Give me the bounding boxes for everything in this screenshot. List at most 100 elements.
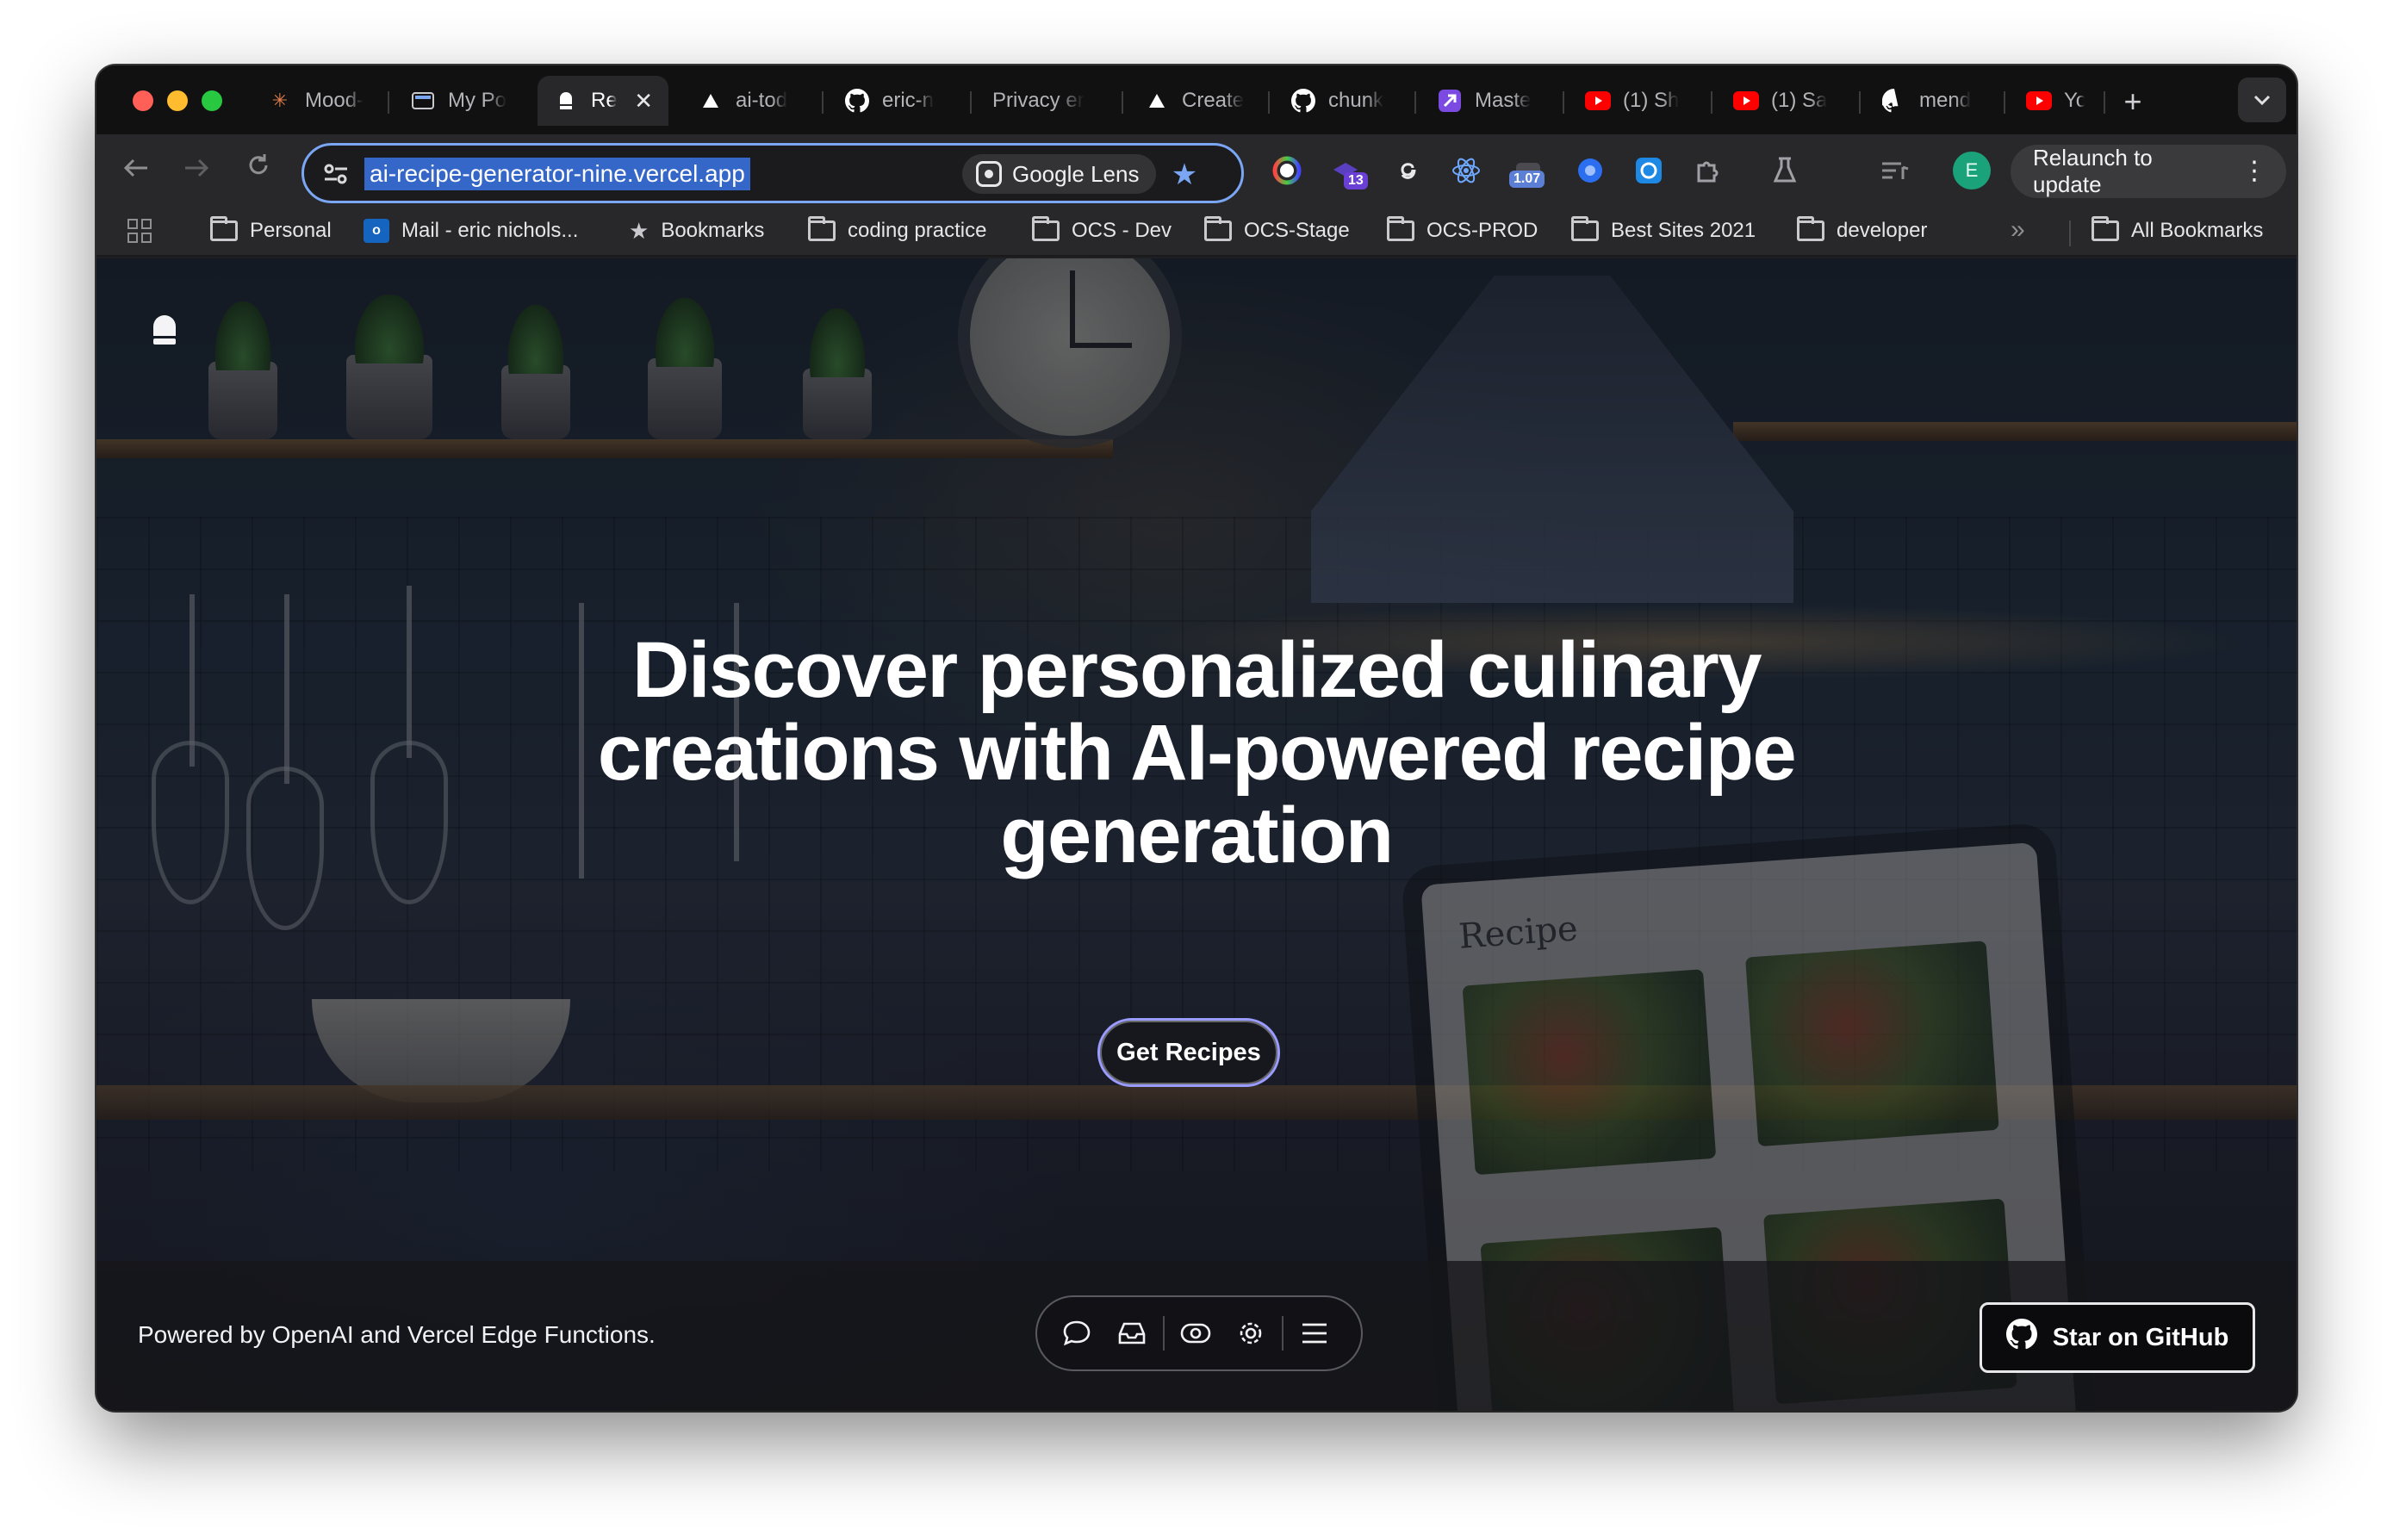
- bookmark-ocs-stage[interactable]: OCS-Stage: [1204, 215, 1350, 246]
- get-recipes-button[interactable]: Get Recipes: [1097, 1018, 1280, 1087]
- tab-chunk-github[interactable]: chunk: [1275, 76, 1411, 126]
- folder-icon: [1204, 216, 1232, 241]
- toolbar-divider: [1163, 1316, 1165, 1351]
- tab-ai-todo[interactable]: ai-tod: [682, 76, 818, 126]
- bookmark-mail[interactable]: o Mail - eric nichols...: [364, 215, 578, 246]
- back-button[interactable]: [119, 152, 153, 186]
- toolbar-divider: [1282, 1316, 1284, 1351]
- folder-icon: [210, 216, 238, 241]
- tab-youtube-2[interactable]: (1) Sa: [1718, 76, 1855, 126]
- window-close-button[interactable]: [133, 90, 153, 111]
- circle-extension-icon[interactable]: [1571, 152, 1609, 189]
- window-zoom-button[interactable]: [202, 90, 222, 111]
- hero-title: Discover personalized culinary creations…: [597, 626, 1797, 879]
- tab-eric-github[interactable]: eric-n: [829, 76, 967, 126]
- folder-icon: [808, 216, 836, 241]
- tab-youtube-1[interactable]: (1) Sh: [1569, 76, 1707, 126]
- reload-icon: [246, 152, 271, 185]
- bookmark-bookmarks[interactable]: ★ Bookmarks: [629, 215, 764, 246]
- folder-icon: [1387, 216, 1414, 241]
- google-lens-button[interactable]: Google Lens: [962, 154, 1157, 194]
- tab-privacy[interactable]: Privacy er: [977, 76, 1118, 126]
- profile-avatar[interactable]: E: [1953, 152, 1991, 189]
- tab-my-portfolio[interactable]: My Po: [395, 76, 524, 126]
- chevron-down-icon: [2253, 89, 2272, 111]
- recipe-landing-page: Recipe Discover personalized culinary cr…: [96, 258, 2297, 1411]
- bookmarks-divider: [2069, 220, 2071, 246]
- relaunch-to-update-button[interactable]: Relaunch to update ⋮: [2011, 145, 2286, 198]
- settings-icon[interactable]: [1223, 1306, 1278, 1361]
- tab-strip: ✳ Mood- My Po Re ✕ ai-tod eric-n Privacy…: [96, 65, 2297, 134]
- address-bar[interactable]: ai-recipe-generator-nine.vercel.app Goog…: [301, 143, 1244, 203]
- youtube-icon: [2026, 88, 2052, 114]
- site-logo-icon[interactable]: [153, 315, 176, 345]
- labs-flask-icon[interactable]: [1766, 152, 1804, 189]
- bookmark-ocs-prod[interactable]: OCS-PROD: [1387, 215, 1538, 246]
- react-devtools-icon[interactable]: [1447, 152, 1485, 189]
- new-tab-button[interactable]: +: [2114, 83, 2152, 121]
- bookmark-developer[interactable]: developer: [1797, 215, 1927, 246]
- folder-icon: [1032, 216, 1060, 241]
- bookmarks-bar: Personal o Mail - eric nichols... ★ Book…: [96, 203, 2297, 257]
- youtube-icon: [1733, 88, 1759, 114]
- chevron-double-right-icon[interactable]: »: [2011, 215, 2025, 245]
- outlook-icon: o: [364, 219, 389, 243]
- folder-icon: [1571, 216, 1599, 241]
- version-extension-icon[interactable]: 1.07: [1509, 152, 1547, 189]
- star-icon: ★: [629, 217, 650, 244]
- window-minimize-button[interactable]: [167, 90, 188, 111]
- app-icon: [1437, 88, 1463, 114]
- menu-icon[interactable]: [1287, 1306, 1342, 1361]
- chatgpt-extension-icon[interactable]: [1630, 152, 1668, 189]
- bookmark-coding-practice[interactable]: coding practice: [808, 215, 986, 246]
- star-on-github-button[interactable]: Star on GitHub: [1980, 1302, 2255, 1373]
- apps-grid-icon: [127, 219, 152, 243]
- comment-icon[interactable]: [1049, 1306, 1104, 1361]
- tab-mood[interactable]: ✳ Mood-: [252, 76, 382, 126]
- bookmark-star-icon[interactable]: ★: [1165, 156, 1203, 194]
- url-text[interactable]: ai-recipe-generator-nine.vercel.app: [364, 158, 750, 190]
- github-icon: [1290, 88, 1316, 114]
- forward-button[interactable]: [179, 152, 214, 186]
- reading-list-icon[interactable]: [1876, 152, 1914, 189]
- devtools-toolbar: [1035, 1295, 1363, 1371]
- vercel-icon: [698, 88, 724, 114]
- bell-icon: [553, 88, 579, 114]
- claude-icon: ✳: [271, 90, 289, 111]
- apps-shortcut[interactable]: [127, 215, 152, 246]
- tab-create[interactable]: Create: [1128, 76, 1265, 126]
- bookmark-personal[interactable]: Personal: [210, 215, 332, 246]
- youtube-icon: [1585, 88, 1611, 114]
- folder-icon: [1797, 216, 1824, 241]
- extensions-puzzle-icon[interactable]: [1688, 152, 1726, 189]
- threads-extension-icon[interactable]: [1389, 152, 1426, 189]
- arrow-right-icon: [183, 153, 209, 185]
- tab-mend-github[interactable]: mend: [1866, 76, 2000, 126]
- powered-by-text: Powered by OpenAI and Vercel Edge Functi…: [138, 1321, 656, 1348]
- close-tab-icon[interactable]: ✕: [634, 88, 653, 115]
- site-settings-icon[interactable]: [321, 159, 351, 189]
- color-picker-extension-icon[interactable]: [1268, 152, 1306, 189]
- reload-button[interactable]: [241, 152, 276, 186]
- vercel-icon: [1144, 88, 1170, 114]
- tab-search-button[interactable]: [2238, 78, 2286, 122]
- folder-icon: [2092, 216, 2119, 241]
- toggle-icon[interactable]: [1168, 1306, 1223, 1361]
- bookmark-best-sites[interactable]: Best Sites 2021: [1571, 215, 1756, 246]
- bookmark-ocs-dev[interactable]: OCS - Dev: [1032, 215, 1172, 246]
- browser-window: ✳ Mood- My Po Re ✕ ai-tod eric-n Privacy…: [96, 65, 2297, 1411]
- window-icon: [410, 88, 436, 114]
- lens-icon: [976, 161, 1002, 187]
- tab-recipe-generator[interactable]: Re ✕: [538, 76, 668, 126]
- github-icon: [844, 88, 870, 114]
- arrow-left-icon: [123, 153, 149, 185]
- page-footer: Powered by OpenAI and Vercel Edge Functi…: [96, 1261, 2297, 1411]
- github-icon: [1881, 88, 1907, 114]
- tab-youtube-3[interactable]: YouTu: [2011, 76, 2100, 126]
- hat-extension-icon[interactable]: 13: [1327, 152, 1368, 189]
- all-bookmarks[interactable]: All Bookmarks: [2092, 215, 2263, 246]
- more-vertical-icon[interactable]: ⋮: [2241, 158, 2267, 184]
- tab-master[interactable]: Maste: [1421, 76, 1559, 126]
- github-icon: [2005, 1319, 2037, 1357]
- inbox-icon[interactable]: [1104, 1306, 1159, 1361]
